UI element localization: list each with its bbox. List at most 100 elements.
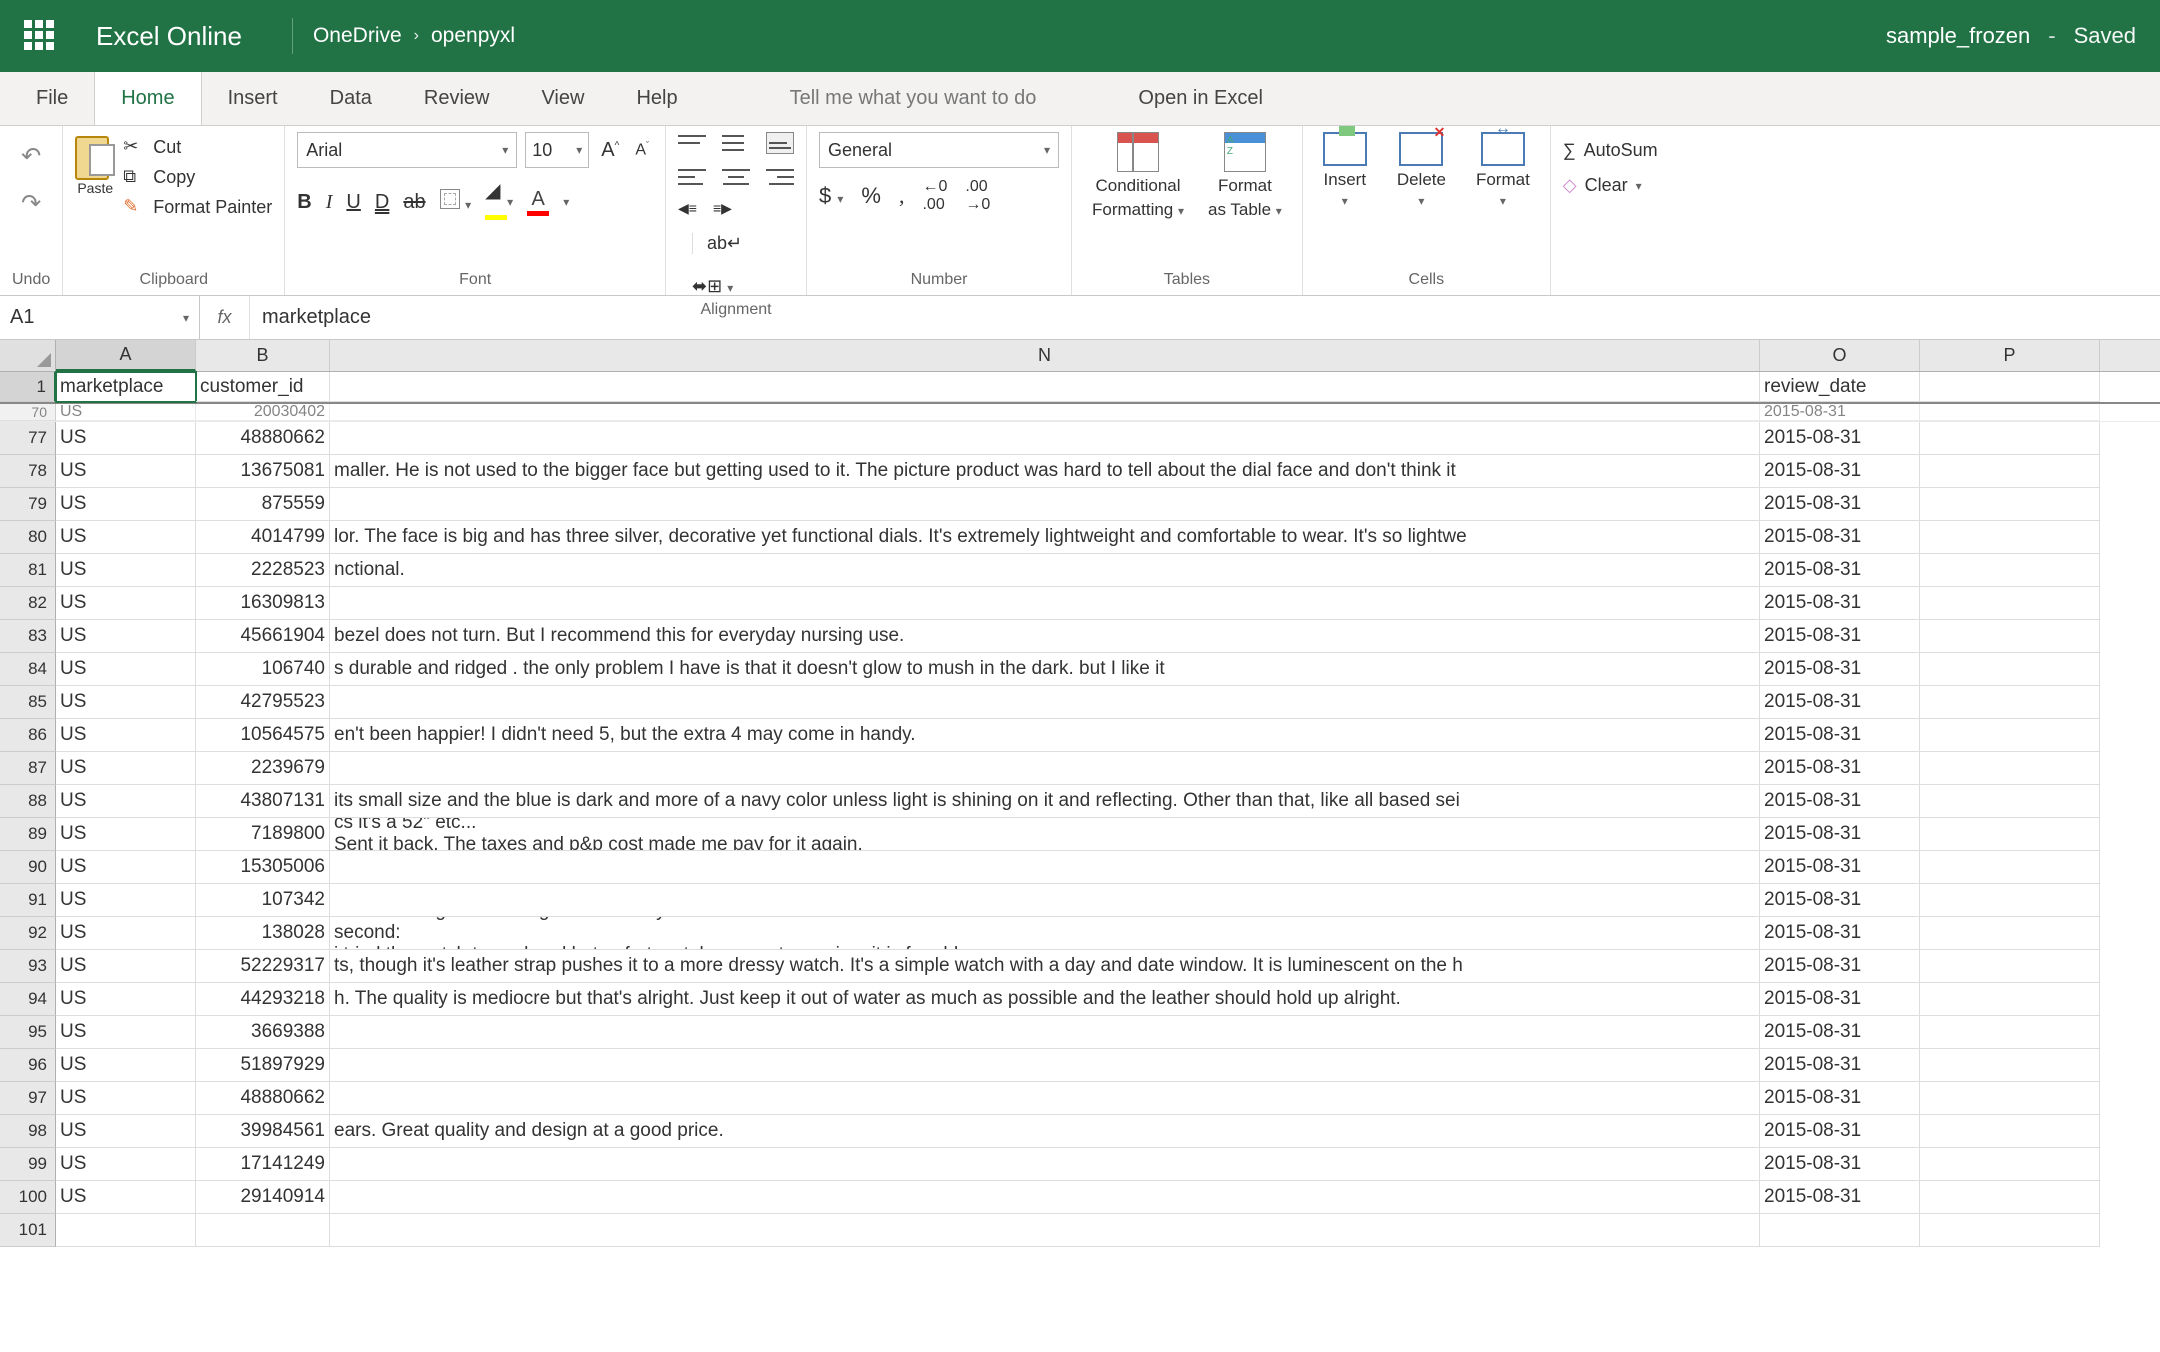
double-underline-button[interactable]: D	[375, 191, 389, 214]
cell[interactable]	[330, 422, 1760, 455]
cell[interactable]: 2015-08-31	[1760, 554, 1920, 587]
cell[interactable]	[1920, 488, 2100, 521]
row-header[interactable]: 97	[0, 1082, 56, 1115]
cell[interactable]: US	[56, 521, 196, 554]
row-header[interactable]: 91	[0, 884, 56, 917]
fill-color-button[interactable]: ◢ ▾	[485, 178, 513, 226]
cell[interactable]: 2239679	[196, 752, 330, 785]
cell[interactable]: 2015-08-31	[1760, 620, 1920, 653]
cell[interactable]: US	[56, 488, 196, 521]
formula-bar-input[interactable]: marketplace	[250, 296, 2160, 339]
align-top-button[interactable]	[678, 132, 706, 154]
cell[interactable]: review_date	[1760, 372, 1920, 402]
cell[interactable]: 2015-08-31	[1760, 917, 1920, 950]
merge-cells-button[interactable]: ⬌⊞ ▾	[692, 276, 742, 297]
cell[interactable]	[330, 372, 1760, 402]
row-header[interactable]: 98	[0, 1115, 56, 1148]
tab-home[interactable]: Home	[94, 72, 201, 125]
font-color-button[interactable]: A	[527, 188, 549, 216]
cell[interactable]	[1920, 1049, 2100, 1082]
cell[interactable]	[330, 1016, 1760, 1049]
column-header-N[interactable]: N	[330, 340, 1760, 371]
strikethrough-button[interactable]: ab	[403, 191, 425, 214]
tab-data[interactable]: Data	[304, 72, 398, 125]
cell[interactable]	[1920, 917, 2100, 950]
column-header-B[interactable]: B	[196, 340, 330, 371]
decrease-decimal-button[interactable]: .00→0	[965, 178, 990, 214]
cell[interactable]: 29140914	[196, 1181, 330, 1214]
cell[interactable]: 20030402	[196, 404, 330, 421]
cell[interactable]: nctional.	[330, 554, 1760, 587]
cell[interactable]: 2015-08-31	[1760, 1148, 1920, 1181]
cell[interactable]	[330, 488, 1760, 521]
cell[interactable]	[330, 752, 1760, 785]
chevron-down-icon[interactable]: ▾	[563, 195, 569, 209]
cell[interactable]: 2015-08-31	[1760, 950, 1920, 983]
cell[interactable]: customer_id	[196, 372, 330, 402]
cell[interactable]: 2015-08-31	[1760, 404, 1920, 421]
cell[interactable]	[1920, 554, 2100, 587]
autosum-button[interactable]: ∑AutoSum	[1563, 140, 1658, 161]
insert-cells-button[interactable]: Insert▾	[1315, 132, 1375, 208]
cell[interactable]: 48880662	[196, 422, 330, 455]
cut-button[interactable]: ✂Cut	[123, 136, 272, 158]
cell[interactable]	[330, 851, 1760, 884]
cell[interactable]	[330, 1148, 1760, 1181]
cell[interactable]: 2015-08-31	[1760, 884, 1920, 917]
row-header[interactable]: 78	[0, 455, 56, 488]
cell[interactable]: maller. He is not used to the bigger fac…	[330, 455, 1760, 488]
borders-button[interactable]: ▾	[440, 189, 472, 215]
cell[interactable]: 2015-08-31	[1760, 1181, 1920, 1214]
cell[interactable]: US	[56, 404, 196, 421]
cell[interactable]	[330, 404, 1760, 421]
cell[interactable]: 2015-08-31	[1760, 686, 1920, 719]
cell[interactable]	[1920, 1115, 2100, 1148]
row-header[interactable]: 79	[0, 488, 56, 521]
cell[interactable]: 138028	[196, 917, 330, 950]
cell[interactable]	[1920, 1016, 2100, 1049]
open-in-excel-button[interactable]: Open in Excel	[1112, 72, 1289, 125]
cell[interactable]: 2015-08-31	[1760, 488, 1920, 521]
tab-file[interactable]: File	[10, 72, 94, 125]
cell[interactable]: US	[56, 1181, 196, 1214]
row-header[interactable]: 83	[0, 620, 56, 653]
cell[interactable]	[330, 1049, 1760, 1082]
cell[interactable]: US	[56, 1115, 196, 1148]
cell[interactable]: US	[56, 1049, 196, 1082]
cell[interactable]	[330, 587, 1760, 620]
format-cells-button[interactable]: Format▾	[1468, 132, 1538, 208]
cell[interactable]: 2015-08-31	[1760, 422, 1920, 455]
cell[interactable]	[1920, 983, 2100, 1016]
cell[interactable]	[1760, 1214, 1920, 1247]
row-header[interactable]: 100	[0, 1181, 56, 1214]
cell[interactable]: US	[56, 983, 196, 1016]
cell[interactable]: US	[56, 587, 196, 620]
cell[interactable]: US	[56, 785, 196, 818]
row-header[interactable]: 77	[0, 422, 56, 455]
cell[interactable]: US	[56, 1148, 196, 1181]
cell[interactable]: cs it's a 52" etc...Sent it back. The ta…	[330, 818, 1760, 851]
cell[interactable]: en't been happier! I didn't need 5, but …	[330, 719, 1760, 752]
row-header[interactable]: 89	[0, 818, 56, 851]
font-family-select[interactable]: Arial▾	[297, 132, 517, 168]
align-middle-button[interactable]	[722, 132, 750, 154]
cell[interactable]: US	[56, 1016, 196, 1049]
tab-review[interactable]: Review	[398, 72, 516, 125]
cell[interactable]: its small size and the blue is dark and …	[330, 785, 1760, 818]
cell[interactable]: 2015-08-31	[1760, 818, 1920, 851]
cell[interactable]	[1920, 1148, 2100, 1181]
cell[interactable]	[330, 1082, 1760, 1115]
cell[interactable]: 52229317	[196, 950, 330, 983]
cell[interactable]: 51897929	[196, 1049, 330, 1082]
tab-help[interactable]: Help	[610, 72, 703, 125]
cell[interactable]: US	[56, 917, 196, 950]
name-box[interactable]: A1▾	[0, 296, 200, 339]
cell[interactable]: US	[56, 1082, 196, 1115]
cell[interactable]	[1920, 851, 2100, 884]
percent-button[interactable]: %	[861, 183, 881, 209]
cell[interactable]	[1920, 653, 2100, 686]
cell[interactable]: US	[56, 455, 196, 488]
align-center-button[interactable]	[722, 166, 750, 188]
cell[interactable]	[1920, 686, 2100, 719]
cell[interactable]	[330, 1181, 1760, 1214]
